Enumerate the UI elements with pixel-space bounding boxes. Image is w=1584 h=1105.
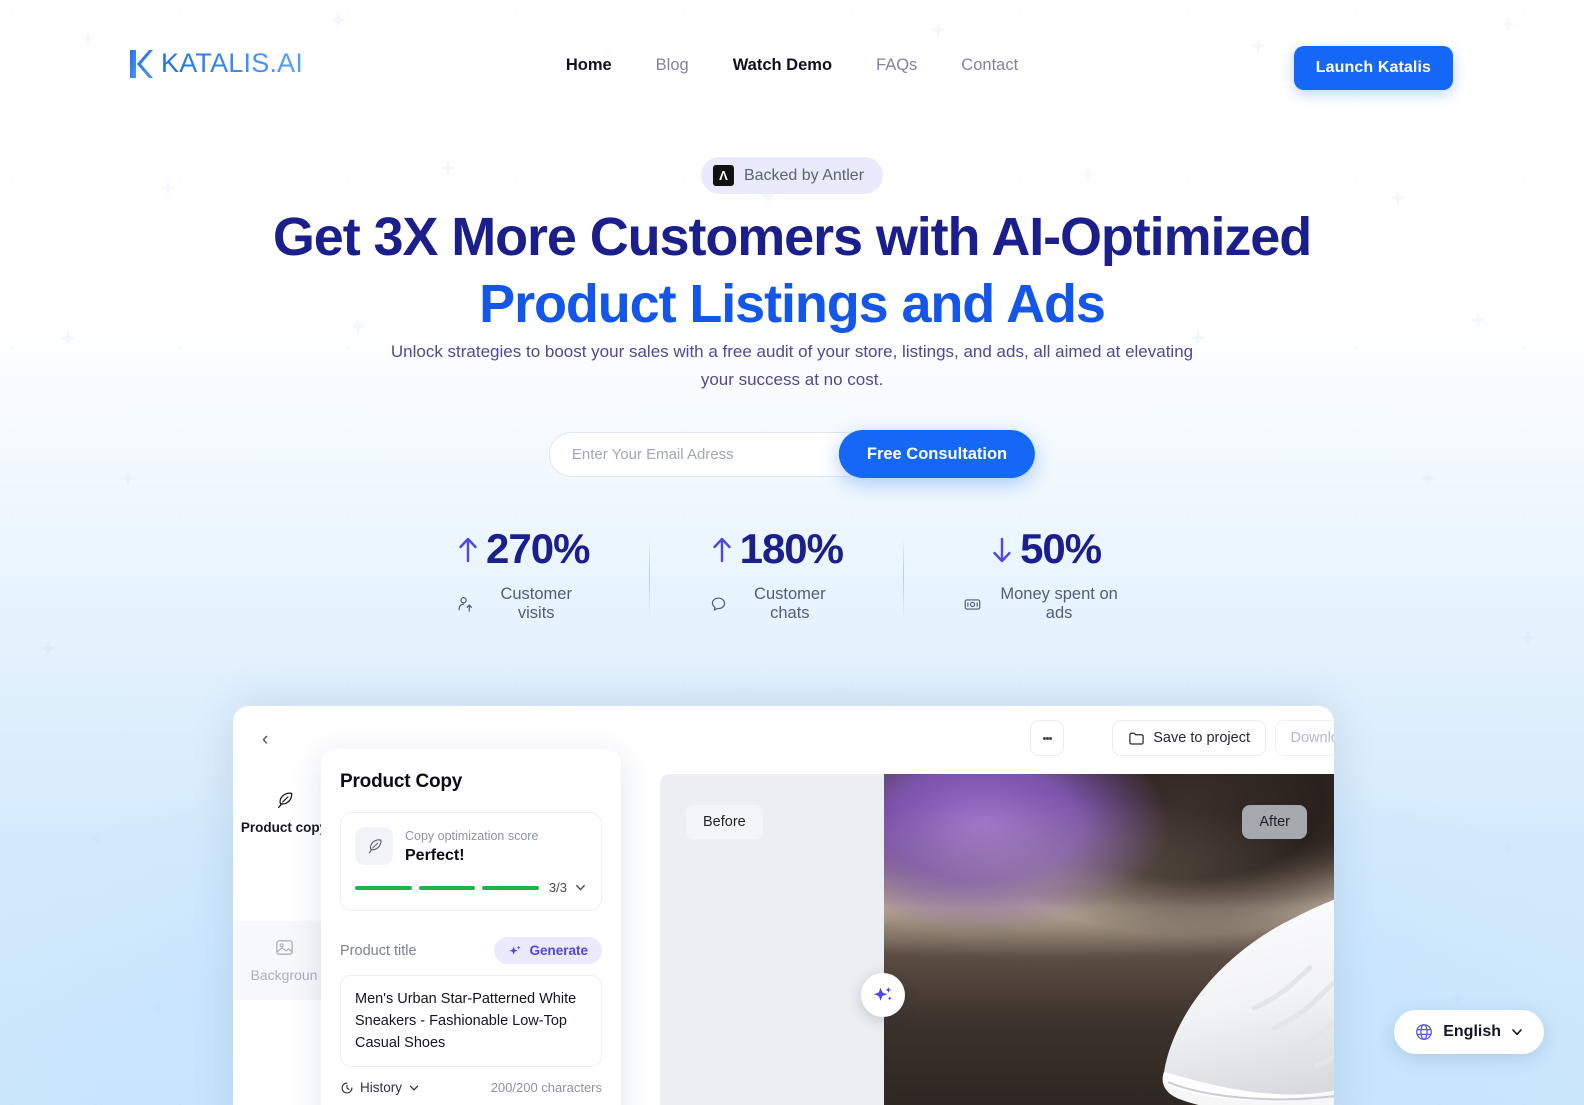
antler-logo-icon: Λ — [712, 165, 734, 186]
feather-icon — [355, 827, 393, 865]
stat-value: 180% — [739, 525, 844, 572]
product-title-value[interactable]: Men's Urban Star-Patterned White Sneaker… — [340, 975, 602, 1068]
download-label: Download — [1290, 730, 1335, 746]
history-dropdown[interactable]: History — [340, 1080, 420, 1095]
stat-customer-chats: 180% Customer chats — [649, 528, 903, 623]
sparkle-icon — [874, 987, 892, 1001]
stat-label: Money spent on ads — [1000, 585, 1118, 622]
stat-value: 50% — [1020, 525, 1102, 572]
before-label: Before — [686, 805, 763, 839]
email-signup-form: Free Consultation — [548, 430, 1036, 478]
panel-title: Product Copy — [340, 771, 463, 792]
chevron-down-icon — [1512, 1029, 1522, 1036]
sneaker-photo — [1162, 899, 1334, 1105]
backed-by-badge-label: Backed by Antler — [743, 166, 865, 184]
app-mockup: ‹ Save to project Download — [233, 706, 1334, 1105]
stat-value-wrap: 50% — [963, 528, 1128, 570]
site-header: KATALIS.AI Home Blog Watch Demo FAQs Con… — [0, 0, 1584, 110]
generate-button[interactable]: Generate — [494, 937, 602, 964]
landing-page: KATALIS.AI Home Blog Watch Demo FAQs Con… — [0, 0, 1584, 1105]
score-caption: Copy optimization score — [405, 829, 539, 844]
image-icon — [237, 937, 331, 958]
stat-value-wrap: 270% — [456, 525, 590, 572]
nav-item-contact[interactable]: Contact — [939, 49, 1040, 82]
score-bar — [482, 885, 539, 890]
back-button[interactable]: ‹ — [262, 730, 268, 749]
brand-name: KATALIS.AI — [161, 48, 304, 78]
headline-line-2: Product Listings and Ads — [479, 273, 1106, 334]
folder-icon — [1129, 732, 1144, 745]
sparkle-icon — [510, 945, 522, 955]
stat-value-wrap: 180% — [709, 525, 844, 572]
save-to-project-label: Save to project — [1153, 730, 1250, 746]
stat-money-spent-on-ads: 50% Money spent on ads — [903, 528, 1188, 623]
score-value: Perfect! — [405, 846, 465, 864]
nav-item-watch-demo[interactable]: Watch Demo — [711, 49, 854, 82]
product-title-footer: History 200/200 characters — [340, 1080, 602, 1095]
free-consultation-button[interactable]: Free Consultation — [838, 430, 1036, 478]
more-options-button[interactable] — [1030, 720, 1064, 756]
stat-label-wrap: Money spent on ads — [963, 585, 1128, 623]
arrow-up-icon — [456, 534, 480, 564]
download-button[interactable]: Download — [1274, 720, 1335, 756]
nav-item-faqs[interactable]: FAQs — [854, 49, 939, 82]
stat-label: Customer visits — [500, 585, 572, 622]
before-after-canvas: Before After — [660, 774, 1334, 1105]
hero-subtitle: Unlock strategies to boost your sales wi… — [390, 342, 1194, 389]
kebab-dot — [1048, 736, 1052, 740]
email-input[interactable] — [548, 431, 867, 477]
history-clock-icon — [341, 1082, 353, 1094]
page-title: Get 3X More Customers with AI-Optimized … — [0, 207, 1584, 334]
score-texts: Copy optimization score Perfect! — [405, 827, 538, 865]
customer-chats-icon — [712, 596, 726, 611]
backed-by-badge: Λ Backed by Antler — [700, 157, 884, 194]
product-title-header: Product title Generate — [340, 937, 602, 964]
main-nav: Home Blog Watch Demo FAQs Contact — [521, 43, 1063, 88]
stat-value: 270% — [486, 525, 590, 572]
score-count: 3/3 — [548, 880, 567, 895]
customer-visits-icon — [458, 596, 473, 612]
product-title-label: Product title — [340, 942, 417, 959]
headline-line-1: Get 3X More Customers with AI-Optimized — [272, 207, 1312, 267]
nav-item-blog[interactable]: Blog — [634, 49, 711, 82]
character-count: 200/200 characters — [490, 1080, 602, 1096]
product-copy-panel: Product Copy Copy optimization score Per… — [321, 749, 621, 1105]
sidebar-item-label: Backgroun — [250, 966, 318, 983]
sidebar-item-label: Product copy — [240, 820, 328, 835]
score-progress-bars: 3/3 — [355, 880, 587, 895]
brand-logo[interactable]: KATALIS.AI — [128, 48, 303, 79]
score-row: Copy optimization score Perfect! — [355, 827, 587, 865]
stat-customer-visits: 270% Customer visits — [396, 528, 649, 623]
stat-label-wrap: Customer chats — [709, 585, 843, 623]
save-to-project-button[interactable]: Save to project — [1112, 720, 1266, 756]
arrow-up-icon — [710, 534, 734, 564]
chevron-down-icon[interactable] — [574, 881, 587, 894]
enhance-sparkle-button[interactable] — [861, 973, 905, 1017]
katalis-k-logo-icon — [130, 49, 153, 78]
stat-label: Customer chats — [754, 585, 826, 622]
history-label: History — [360, 1080, 403, 1096]
chevron-down-icon — [409, 1085, 419, 1091]
sidebar-item-product-copy[interactable]: Product copy — [233, 774, 335, 853]
score-bar — [355, 885, 412, 890]
generate-label: Generate — [529, 943, 588, 958]
sidebar-item-background[interactable]: Backgroun — [233, 920, 335, 1001]
language-selector[interactable]: English — [1394, 1010, 1544, 1054]
copy-optimization-score-card: Copy optimization score Perfect! 3/3 — [340, 812, 602, 911]
nav-item-home[interactable]: Home — [544, 49, 634, 82]
launch-katalis-button[interactable]: Launch Katalis — [1293, 46, 1453, 90]
rock-photo — [1314, 1006, 1334, 1105]
stat-label-wrap: Customer visits — [456, 585, 589, 623]
language-label: English — [1443, 1023, 1501, 1040]
stats-row: 270% Customer visits 180% Customer chats… — [396, 528, 1188, 623]
arrow-down-icon — [990, 534, 1014, 564]
feather-icon — [237, 790, 331, 811]
globe-icon — [1416, 1024, 1433, 1040]
score-bar — [418, 885, 476, 890]
after-label: After — [1242, 805, 1307, 839]
money-spent-icon — [964, 598, 981, 610]
